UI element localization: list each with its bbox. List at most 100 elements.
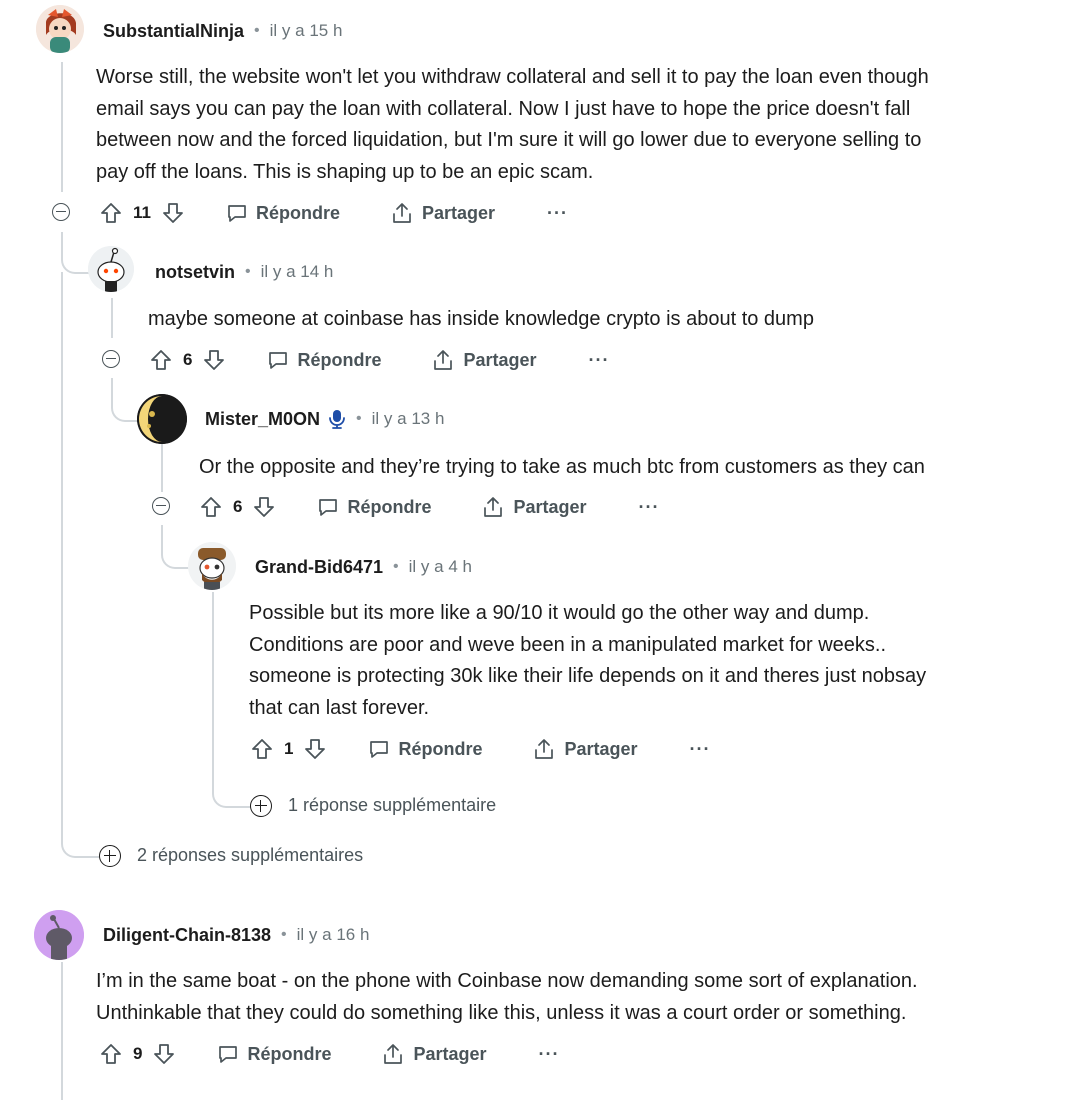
comment-body: I’m in the same boat - on the phone with… xyxy=(96,966,1076,1029)
comment-line: Unthinkable that they could do something… xyxy=(96,1001,907,1024)
share-button[interactable]: Partager xyxy=(390,201,495,225)
more-options-icon[interactable]: ··· xyxy=(547,203,568,224)
separator-dot: • xyxy=(245,263,251,280)
collapse-thread-button[interactable] xyxy=(102,350,120,368)
more-replies-link[interactable]: 2 réponses supplémentaires xyxy=(137,845,363,866)
share-button[interactable]: Partager xyxy=(481,495,587,519)
reply-label: Répondre xyxy=(297,349,382,370)
share-label: Partager xyxy=(513,496,587,517)
username[interactable]: SubstantialNinja xyxy=(103,21,244,42)
separator-dot: • xyxy=(356,410,362,427)
upvote-icon[interactable] xyxy=(100,1043,122,1065)
thread-line xyxy=(61,62,63,192)
comment-actions: 9 Répondre Partager ··· xyxy=(100,1039,560,1069)
reply-button[interactable]: Répondre xyxy=(317,496,431,518)
vote-score: 9 xyxy=(133,1044,143,1063)
comment-line: Or the opposite and they’re trying to ta… xyxy=(199,456,925,478)
share-icon xyxy=(393,203,411,223)
more-options-icon[interactable]: ··· xyxy=(690,739,711,760)
downvote-icon[interactable] xyxy=(203,349,225,371)
username[interactable]: Mister_M0ON xyxy=(205,409,320,430)
reply-button[interactable]: Répondre xyxy=(217,1043,331,1065)
avatar[interactable] xyxy=(36,5,84,53)
share-label: Partager xyxy=(413,1043,487,1064)
collapse-thread-button[interactable] xyxy=(52,203,70,221)
share-label: Partager xyxy=(422,202,496,223)
comment-actions: 6 Répondre Partager ··· xyxy=(200,492,660,522)
comment-line: I’m in the same boat - on the phone with… xyxy=(96,970,918,992)
more-options-icon[interactable]: ··· xyxy=(539,1044,560,1065)
upvote-icon[interactable] xyxy=(251,738,273,760)
thread-line xyxy=(61,272,63,842)
timestamp[interactable]: il y a 13 h xyxy=(372,409,445,429)
downvote-icon[interactable] xyxy=(304,738,326,760)
reply-button[interactable]: Répondre xyxy=(226,202,340,224)
comment-meta: Mister_M0ON • il y a 13 h xyxy=(205,406,444,432)
more-options-icon[interactable]: ··· xyxy=(639,497,660,518)
separator-dot: • xyxy=(254,22,260,39)
share-label: Partager xyxy=(463,349,537,370)
comment-actions: 11 Répondre Partager ··· xyxy=(100,198,568,228)
username[interactable]: notsetvin xyxy=(155,262,235,283)
timestamp[interactable]: il y a 15 h xyxy=(270,21,343,41)
downvote-icon[interactable] xyxy=(153,1043,175,1065)
upvote-icon[interactable] xyxy=(200,496,222,518)
reply-label: Répondre xyxy=(398,738,483,759)
thread-line xyxy=(111,378,139,422)
upvote-icon[interactable] xyxy=(150,349,172,371)
comment-icon xyxy=(269,352,288,369)
comment-body: maybe someone at coinbase has inside kno… xyxy=(148,304,1068,336)
more-replies-link[interactable]: 1 réponse supplémentaire xyxy=(288,795,496,816)
expand-replies-icon[interactable] xyxy=(250,795,272,817)
vote-score: 11 xyxy=(133,203,151,222)
reply-label: Répondre xyxy=(347,496,432,517)
comment-body: Worse still, the website won't let you w… xyxy=(96,62,1076,188)
timestamp[interactable]: il y a 14 h xyxy=(261,262,334,282)
thread-line xyxy=(61,820,101,858)
comment-line: Possible but its more like a 90/10 it wo… xyxy=(249,602,870,624)
thread-line xyxy=(212,760,252,808)
share-icon xyxy=(434,350,453,370)
reply-button[interactable]: Répondre xyxy=(368,738,482,760)
vote-score: 6 xyxy=(233,497,243,516)
comment-line: someone is protecting 30k like their lif… xyxy=(249,665,927,687)
username[interactable]: Diligent-Chain-8138 xyxy=(103,925,271,946)
comment-icon xyxy=(319,499,338,516)
timestamp[interactable]: il y a 16 h xyxy=(297,925,370,945)
more-options-icon[interactable]: ··· xyxy=(589,350,610,371)
reply-label: Répondre xyxy=(247,1043,332,1064)
vote-score: 6 xyxy=(183,350,193,369)
comment-line: pay off the loans. This is shaping up to… xyxy=(96,160,594,183)
share-icon xyxy=(535,739,554,759)
share-button[interactable]: Partager xyxy=(532,737,638,761)
collapse-thread-button[interactable] xyxy=(152,497,170,515)
comment-actions: 1 Répondre Partager ··· xyxy=(251,734,711,764)
separator-dot: • xyxy=(393,558,399,575)
comment-icon xyxy=(370,741,389,758)
comment-actions: 6 Répondre Partager ··· xyxy=(150,345,610,375)
avatar[interactable] xyxy=(188,542,236,590)
downvote-icon[interactable] xyxy=(253,496,275,518)
avatar[interactable] xyxy=(34,910,84,960)
comment-icon xyxy=(219,1046,238,1063)
comment-line: maybe someone at coinbase has inside kno… xyxy=(148,308,814,330)
comment-line: Conditions are poor and weve been in a m… xyxy=(249,633,887,656)
timestamp[interactable]: il y a 4 h xyxy=(409,557,472,577)
reply-label: Répondre xyxy=(255,202,340,223)
upvote-icon[interactable] xyxy=(100,202,122,224)
share-button[interactable]: Partager xyxy=(381,1042,487,1066)
share-icon xyxy=(384,1044,403,1064)
avatar[interactable] xyxy=(137,394,187,444)
comment-body: Possible but its more like a 90/10 it wo… xyxy=(249,598,1069,724)
downvote-icon[interactable] xyxy=(162,202,184,224)
thread-line xyxy=(212,592,214,782)
comment-meta: SubstantialNinja • il y a 15 h xyxy=(103,18,342,44)
expand-replies-icon[interactable] xyxy=(99,845,121,867)
comment-meta: Grand-Bid6471 • il y a 4 h xyxy=(255,554,472,580)
avatar[interactable] xyxy=(88,246,134,292)
reply-button[interactable]: Répondre xyxy=(267,349,381,371)
share-button[interactable]: Partager xyxy=(431,348,537,372)
username[interactable]: Grand-Bid6471 xyxy=(255,557,383,578)
thread-line xyxy=(61,962,63,1100)
comment-meta: Diligent-Chain-8138 • il y a 16 h xyxy=(103,922,369,948)
